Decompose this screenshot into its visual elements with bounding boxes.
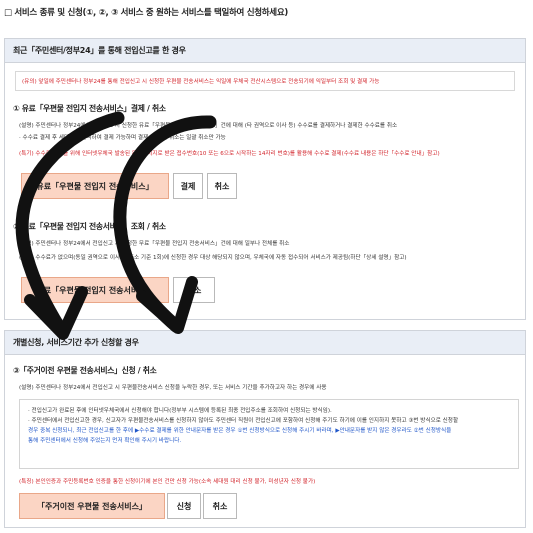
free-cancel-button[interactable]: 취소 [173, 277, 215, 303]
relocation-cancel-button[interactable]: 취소 [203, 493, 237, 519]
pay-button[interactable]: 결제 [173, 173, 203, 199]
info-line: 경우 중복 신청되니, 최근 전입신고를 한 후에 ▶수수료 결제를 위한 안내… [28, 428, 452, 434]
info-line: 통해 주민센터에서 신청해 주었는지 먼저 확인해 주시기 바랍니다. [28, 438, 182, 444]
info-line: · 주민센터에서 전입신고한 경우, 신고자가 우편물전송서비스를 신청하지 않… [28, 418, 459, 424]
apply-button[interactable]: 신청 [167, 493, 201, 519]
section-title-relocation: ③「주거이전 우편물 전송서비스」신청 / 취소 [13, 366, 157, 375]
free-service-button[interactable]: 무료「우편물 전입지 전송서비스」 [21, 277, 169, 303]
paid-note: · 수수료 결제 후 세대원만 선택하여 결제 가능하며 결제 완료 건 취소는… [19, 135, 226, 141]
free-note: (유의) 수수료가 없으며(동일 권역으로 이사 시 주소 기준 1회)에 신청… [19, 255, 407, 261]
paid-service-button[interactable]: 유료「우편물 전입지 전송서비스」 [21, 173, 169, 199]
panel-heading: 개별신청, 서비스기간 추가 신청할 경우 [5, 331, 525, 355]
notice-box: (유의) 앞일에 주민센터나 정부24를 통해 전입신고 시 신청한 우편물 전… [15, 71, 515, 91]
free-desc: (설명) 주민센터나 정부24에서 전입신고 시 신청한 무료「우편물 전입지 … [19, 241, 290, 247]
relocation-info-box: · 전입신고가 완료된 후에 인터넷우체국에서 신청해야 합니다(정부부 시스템… [19, 399, 519, 469]
relocation-feature: (특징) 본인인증과 주민등록번호 인증을 통한 신청이기에 본인 건만 신청 … [19, 479, 316, 485]
page-title: □ 서비스 종류 및 신청(①, ②, ③ 서비스 중 원하는 서비스를 택일하… [4, 8, 288, 18]
section-title-free: ② 무료「우편물 전입지 전송서비스」조회 / 취소 [13, 222, 166, 231]
paid-warning: (특기) 수수료 결제를 위해 인터넷우체국 발송된 문자메시지로 받은 접수번… [19, 151, 440, 157]
relocation-desc: (설명) 주민센터나 정부24에서 전입신고 시 우편물전송서비스 신청을 누락… [19, 385, 327, 391]
info-line: · 전입신고가 완료된 후에 인터넷우체국에서 신청해야 합니다(정부부 시스템… [28, 408, 332, 414]
panel-heading: 최근「주민센터/정부24」를 통해 전입신고를 한 경우 [5, 39, 525, 63]
section-title-paid: ① 유료「우편물 전입지 전송서비스」결제 / 취소 [13, 104, 166, 113]
individual-apply-panel: 개별신청, 서비스기간 추가 신청할 경우 ③「주거이전 우편물 전송서비스」신… [4, 330, 526, 528]
paid-desc: (설명) 주민센터나 정부24에서 전입신고 시 신청한 유료「우편물 전입지 … [19, 123, 398, 129]
paid-cancel-button[interactable]: 취소 [207, 173, 237, 199]
relocation-service-button[interactable]: 「주거이전 우편물 전송서비스」 [19, 493, 165, 519]
recent-move-panel: 최근「주민센터/정부24」를 통해 전입신고를 한 경우 (유의) 앞일에 주민… [4, 38, 526, 320]
